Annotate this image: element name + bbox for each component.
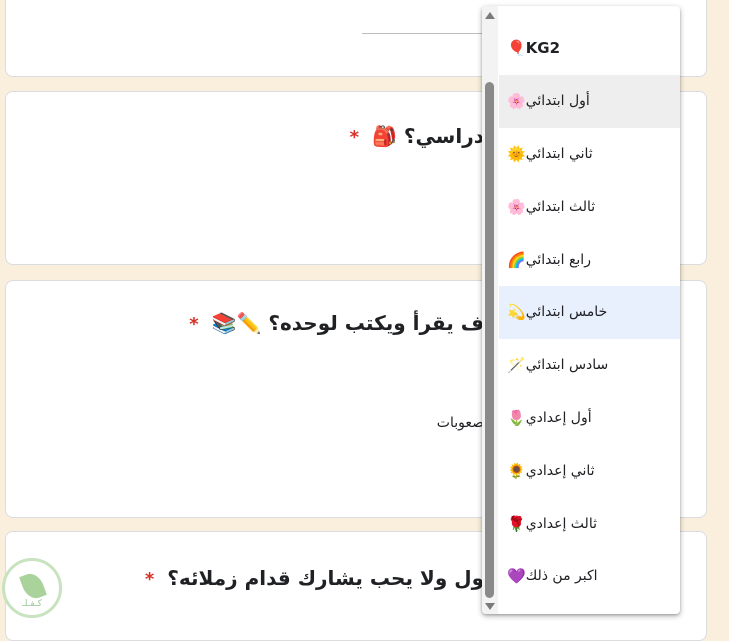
required-mark: * <box>189 314 199 335</box>
site-logo: كـفـلـ <box>2 558 62 618</box>
logo-text: كـفـلـ <box>22 599 42 609</box>
dropdown-option-fourth-primary[interactable]: رابع ابتدائي 🌈 <box>499 233 680 286</box>
option-label: KG2 <box>525 39 561 58</box>
scroll-down-arrow-icon[interactable] <box>485 603 495 610</box>
question-title-text: ول ولا يحب يشارك قدام زملائه؟ <box>167 566 484 590</box>
leaf-icon <box>19 570 47 602</box>
option-label: سادس ابتدائي <box>525 357 609 374</box>
scroll-up-arrow-icon[interactable] <box>485 12 495 19</box>
option-label: أول إعدادي <box>525 409 592 426</box>
required-mark: * <box>144 569 155 590</box>
dropdown-option-kg2[interactable]: KG2 🎈 <box>499 22 680 75</box>
dropdown-option-third-primary[interactable]: ثالث ابتدائي 🌸 <box>499 180 680 233</box>
cherry-blossom-icon: 🌸 <box>507 197 526 216</box>
dropdown-option-second-prep[interactable]: ثاني إعدادي 🌻 <box>499 444 680 497</box>
option-label: أول ابتدائي <box>525 93 590 110</box>
scroll-thumb[interactable] <box>485 82 494 598</box>
dropdown-option-sixth-primary[interactable]: سادس ابتدائي 🪄 <box>499 339 680 392</box>
balloon-icon: 🎈 <box>507 39 526 58</box>
option-label: ثاني ابتدائي <box>525 145 593 162</box>
option-label[interactable]: صعوبات <box>437 415 484 431</box>
question-title-text: دراسي؟ 🎒 <box>371 124 484 148</box>
dropdown-option-first-primary[interactable]: أول ابتدائي 🌸 <box>499 74 680 128</box>
blossom-icon: 🌸 <box>507 92 526 111</box>
rainbow-icon: 🌈 <box>507 250 526 269</box>
required-mark: * <box>349 127 360 148</box>
sun-icon: 🌞 <box>507 144 526 163</box>
dropdown-options: KG2 🎈 أول ابتدائي 🌸 ثاني ابتدائي 🌞 ثالث … <box>499 22 680 603</box>
sunflower-icon: 🌻 <box>507 461 526 480</box>
dropdown-option-older[interactable]: اكبر من ذلك 💜 <box>499 550 680 603</box>
question-title: ف يقرأ ويكتب لوحده؟ ✏️📚 * <box>189 311 484 335</box>
magic-wand-icon: 🪄 <box>507 356 526 375</box>
dropdown-option-second-primary[interactable]: ثاني ابتدائي 🌞 <box>499 128 680 181</box>
answer-underline[interactable] <box>362 33 492 34</box>
question-title: ول ولا يحب يشارك قدام زملائه؟ * <box>145 566 484 590</box>
purple-heart-icon: 💜 <box>507 567 526 586</box>
dropdown-option-fifth-primary[interactable]: خامس ابتدائي 💫 <box>499 285 680 339</box>
dropdown-option-third-prep[interactable]: ثالث إعدادي 🌹 <box>499 497 680 550</box>
option-label: اكبر من ذلك <box>525 568 598 585</box>
option-label: رابع ابتدائي <box>525 251 591 268</box>
dropdown-scrollbar[interactable] <box>482 6 498 614</box>
tulip-icon: 🌷 <box>507 408 526 427</box>
option-label: ثالث ابتدائي <box>525 198 596 215</box>
option-label: ثاني إعدادي <box>525 462 595 479</box>
option-label: خامس ابتدائي <box>525 304 608 321</box>
question-title: دراسي؟ 🎒 * <box>350 124 484 148</box>
rose-icon: 🌹 <box>507 514 526 533</box>
dropdown-option-first-prep[interactable]: أول إعدادي 🌷 <box>499 392 680 445</box>
dizzy-icon: 💫 <box>507 303 526 322</box>
question-title-text: ف يقرأ ويكتب لوحده؟ ✏️📚 <box>211 311 484 335</box>
grade-dropdown-menu[interactable]: KG2 🎈 أول ابتدائي 🌸 ثاني ابتدائي 🌞 ثالث … <box>482 6 680 614</box>
option-label: ثالث إعدادي <box>525 515 597 532</box>
